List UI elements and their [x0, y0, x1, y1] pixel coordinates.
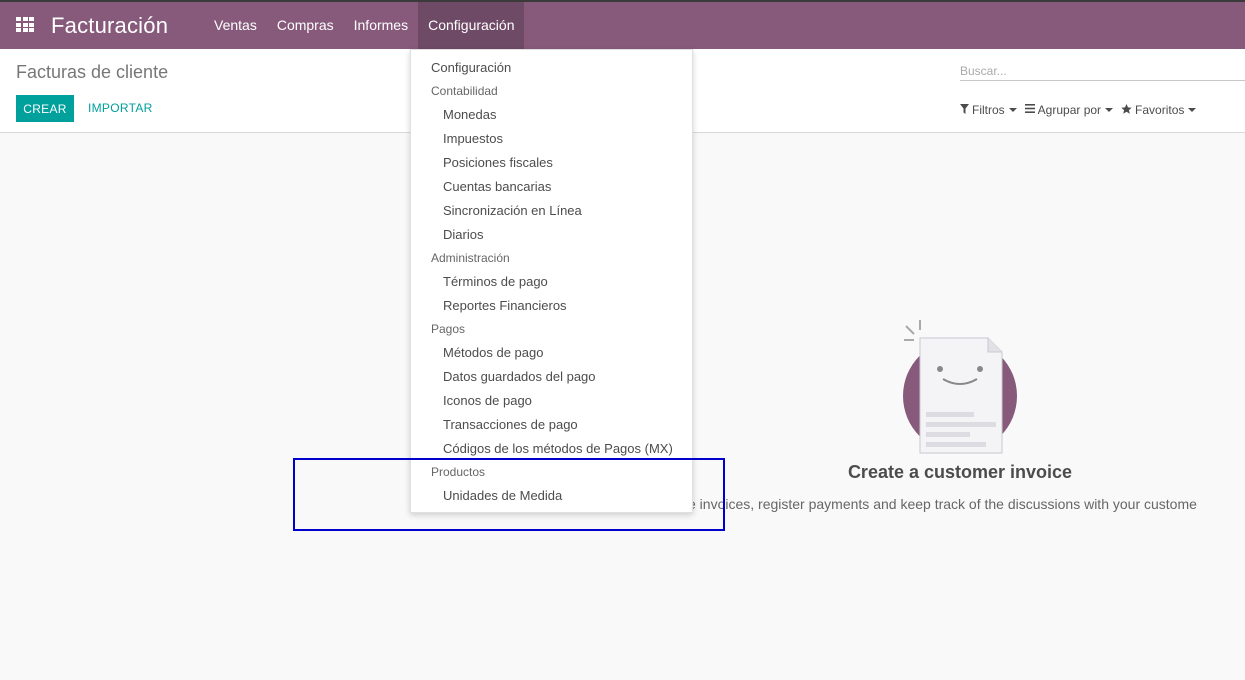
dropdown-item-datos-guardados[interactable]: Datos guardados del pago — [411, 365, 692, 389]
caret-down-icon — [1188, 108, 1197, 112]
dropdown-item-configuracion[interactable]: Configuración — [411, 56, 692, 80]
groupby-label: Agrupar por — [1037, 103, 1102, 117]
search-input[interactable] — [960, 61, 1245, 81]
dropdown-item-cuentas-bancarias[interactable]: Cuentas bancarias — [411, 175, 692, 199]
configuration-dropdown: Configuración Contabilidad Monedas Impue… — [410, 49, 693, 513]
dropdown-item-posiciones-fiscales[interactable]: Posiciones fiscales — [411, 151, 692, 175]
dropdown-item-transacciones-de-pago[interactable]: Transacciones de pago — [411, 413, 692, 437]
main-menu: Ventas Compras Informes Configuración — [204, 2, 525, 49]
empty-state-text: e invoices, register payments and keep t… — [688, 496, 1197, 512]
dropdown-header-contabilidad: Contabilidad — [431, 84, 498, 98]
caret-down-icon — [1008, 108, 1017, 112]
dropdown-header-administracion: Administración — [431, 251, 510, 265]
dropdown-item-impuestos[interactable]: Impuestos — [411, 127, 692, 151]
menu-informes[interactable]: Informes — [344, 2, 418, 49]
search-options: Filtros Agrupar por Favoritos — [960, 103, 1204, 117]
menu-configuracion[interactable]: Configuración — [418, 2, 525, 49]
empty-state-title: Create a customer invoice — [847, 462, 1073, 482]
dropdown-item-reportes-financieros[interactable]: Reportes Financieros — [411, 294, 692, 318]
create-button[interactable]: CREAR — [16, 95, 74, 122]
caret-down-icon — [1105, 108, 1114, 112]
dropdown-item-metodos-de-pago[interactable]: Métodos de pago — [411, 341, 692, 365]
grid-apps-icon[interactable] — [16, 17, 34, 33]
favorites-label: Favoritos — [1135, 103, 1185, 117]
menu-ventas[interactable]: Ventas — [204, 2, 267, 49]
dropdown-item-terminos-de-pago[interactable]: Términos de pago — [411, 270, 692, 294]
dropdown-item-unidades-de-medida[interactable]: Unidades de Medida — [411, 484, 692, 508]
filter-icon — [960, 103, 969, 117]
dropdown-item-diarios[interactable]: Diarios — [411, 223, 692, 247]
dropdown-item-iconos-de-pago[interactable]: Iconos de pago — [411, 389, 692, 413]
dropdown-header-pagos: Pagos — [431, 322, 466, 336]
bars-icon — [1024, 104, 1035, 116]
dropdown-item-monedas[interactable]: Monedas — [411, 103, 692, 127]
filters-button[interactable]: Filtros — [960, 103, 1017, 117]
app-title: Facturación — [51, 13, 169, 38]
menu-compras[interactable]: Compras — [267, 2, 344, 49]
star-icon — [1121, 103, 1132, 117]
top-navbar: Facturación Ventas Compras Informes Conf… — [0, 0, 1245, 49]
dropdown-item-codigos-metodos-pago[interactable]: Códigos de los métodos de Pagos (MX) — [411, 437, 692, 461]
groupby-button[interactable]: Agrupar por — [1024, 103, 1114, 117]
page-title: Facturas de cliente — [16, 62, 169, 82]
import-button[interactable]: IMPORTAR — [80, 95, 161, 122]
dropdown-item-sincronizacion[interactable]: Sincronización en Línea — [411, 199, 692, 223]
favorites-button[interactable]: Favoritos — [1121, 103, 1197, 117]
invoice-illustration-icon — [903, 320, 1017, 454]
filters-label: Filtros — [972, 103, 1005, 117]
dropdown-header-productos: Productos — [431, 465, 486, 479]
